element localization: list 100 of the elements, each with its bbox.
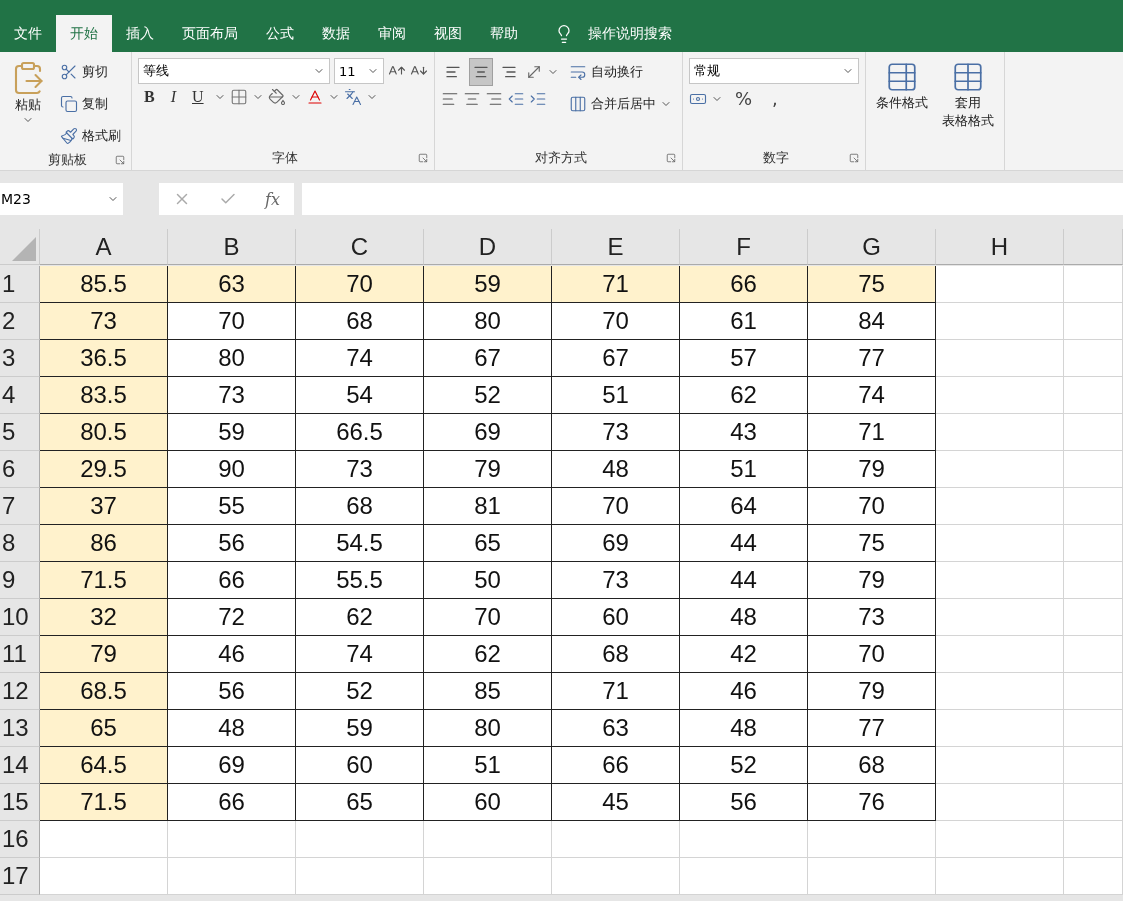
column-header[interactable] [1064, 229, 1123, 265]
table-cell: 73 [296, 451, 424, 488]
select-all-icon[interactable] [12, 237, 36, 261]
table-cell: 66.5 [296, 414, 424, 451]
row-header[interactable]: 8 [0, 525, 40, 562]
ribbon-tab[interactable]: 文件 [0, 15, 56, 52]
font-style-button[interactable]: I [164, 88, 182, 106]
table-cell [1064, 525, 1123, 562]
align-left-icon[interactable] [441, 90, 459, 108]
vertical-align-button[interactable] [469, 58, 493, 86]
table-cell: 70 [552, 488, 680, 525]
table-cell: 59 [424, 266, 552, 303]
select-all-corner[interactable] [0, 229, 40, 265]
table-cell: 79 [40, 636, 168, 673]
font-style-button[interactable]: U [186, 88, 210, 106]
number-style-button[interactable]: % [727, 88, 761, 109]
align-center-icon[interactable] [463, 90, 481, 108]
table-cell: 77 [808, 340, 936, 377]
row-header[interactable]: 13 [0, 710, 40, 747]
column-header[interactable]: H [936, 229, 1064, 265]
table-cell: 44 [680, 525, 808, 562]
table-cell: 72 [168, 599, 296, 636]
table-cell: 62 [296, 599, 424, 636]
row-header[interactable]: 12 [0, 673, 40, 710]
column-header[interactable]: D [424, 229, 552, 265]
table-cell: 64 [680, 488, 808, 525]
row-header[interactable]: 9 [0, 562, 40, 599]
font-style-button[interactable]: B [138, 88, 161, 106]
styles-button[interactable]: 条件格式 [872, 58, 932, 146]
table-cell: 56 [168, 673, 296, 710]
table-cell: 71 [808, 414, 936, 451]
row-header[interactable]: 16 [0, 821, 40, 858]
column-header[interactable]: A [40, 229, 168, 265]
align-lines-icon [501, 64, 517, 80]
wrap-text-button[interactable]: 自动换行 [565, 58, 676, 86]
table-cell: 52 [680, 747, 808, 784]
align-right-icon[interactable] [485, 90, 503, 108]
ribbon-tab[interactable]: 公式 [252, 15, 308, 52]
ribbon-tab[interactable]: 数据 [308, 15, 364, 52]
ribbon-tab[interactable]: 插入 [112, 15, 168, 52]
table-cell [1064, 303, 1123, 340]
launcher-icon[interactable] [115, 155, 125, 165]
row-header[interactable]: 6 [0, 451, 40, 488]
formula-field[interactable] [302, 183, 1123, 215]
launcher-icon[interactable] [849, 153, 859, 163]
clipboard-button[interactable]: 剪切 [56, 58, 125, 86]
column-header[interactable]: B [168, 229, 296, 265]
row-header[interactable]: 1 [0, 266, 40, 303]
font-size-field[interactable]: 11 [334, 58, 384, 84]
insert-function-button[interactable]: fx [265, 189, 280, 209]
clipboard-button[interactable]: 复制 [56, 90, 125, 118]
ribbon-tab[interactable]: 审阅 [364, 15, 420, 52]
number-style-button[interactable]: , [764, 88, 786, 109]
column-header[interactable]: C [296, 229, 424, 265]
row-header[interactable]: 11 [0, 636, 40, 673]
table-cell: 73 [552, 562, 680, 599]
ribbon-tab[interactable]: 页面布局 [168, 15, 252, 52]
phonetic-icon[interactable] [343, 88, 362, 106]
indent-increase-icon[interactable] [529, 90, 547, 108]
table-cell: 42 [680, 636, 808, 673]
table-cell: 60 [552, 599, 680, 636]
border-icon[interactable] [229, 88, 248, 106]
table-icon [885, 60, 919, 94]
fill-color-icon[interactable] [267, 88, 286, 106]
table-cell: 68 [296, 303, 424, 340]
table-cell: 83.5 [40, 377, 168, 414]
font-name-field[interactable]: 等线 [138, 58, 330, 84]
ribbon-tab[interactable]: 帮助 [476, 15, 532, 52]
column-header[interactable]: E [552, 229, 680, 265]
table-cell: 80 [168, 340, 296, 377]
row-header[interactable]: 5 [0, 414, 40, 451]
table-cell: 56 [680, 784, 808, 821]
row-header[interactable]: 10 [0, 599, 40, 636]
number-format-field[interactable]: 常规 [689, 58, 859, 84]
row-header[interactable]: 17 [0, 858, 40, 895]
styles-button[interactable]: 套用 表格格式 [938, 58, 998, 146]
column-header[interactable]: F [680, 229, 808, 265]
table-cell: 36.5 [40, 340, 168, 377]
table-cell: 65 [40, 710, 168, 747]
row-header[interactable]: 2 [0, 303, 40, 340]
row-header[interactable]: 7 [0, 488, 40, 525]
table-cell: 86 [40, 525, 168, 562]
table-cell: 77 [808, 710, 936, 747]
clipboard-button[interactable]: 格式刷 [56, 122, 125, 150]
launcher-icon[interactable] [418, 153, 428, 163]
merge-center-button[interactable]: 合并后居中 [565, 90, 676, 118]
launcher-icon[interactable] [666, 153, 676, 163]
table-cell: 69 [424, 414, 552, 451]
paste-button[interactable]: 粘贴 [6, 58, 50, 150]
name-box[interactable]: M23 [0, 183, 123, 215]
orientation-icon[interactable] [525, 63, 543, 81]
search-box[interactable]: 操作说明搜索 [554, 15, 672, 52]
row-header[interactable]: 15 [0, 784, 40, 821]
row-header[interactable]: 14 [0, 747, 40, 784]
row-header[interactable]: 3 [0, 340, 40, 377]
indent-decrease-icon[interactable] [507, 90, 525, 108]
column-header[interactable]: G [808, 229, 936, 265]
row-header[interactable]: 4 [0, 377, 40, 414]
ribbon-tab[interactable]: 开始 [56, 15, 112, 52]
ribbon-tab[interactable]: 视图 [420, 15, 476, 52]
